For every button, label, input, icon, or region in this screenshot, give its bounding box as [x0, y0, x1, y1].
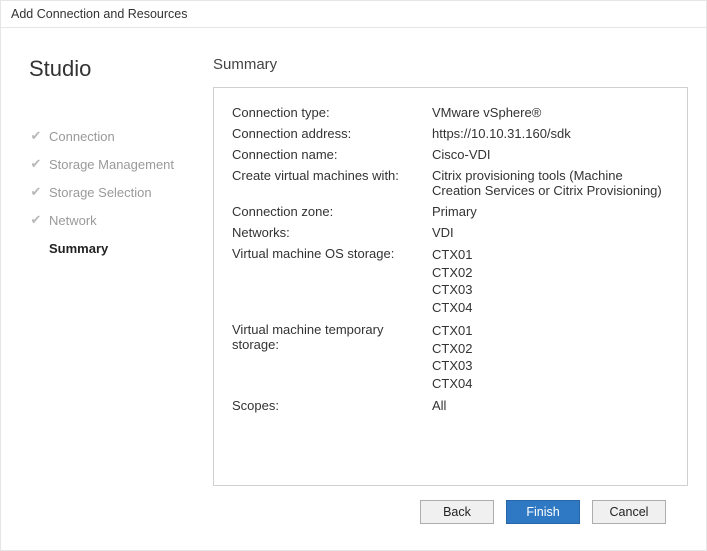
check-icon: ✔ [29, 128, 43, 144]
step-storage-selection[interactable]: ✔ Storage Selection [29, 178, 199, 206]
check-icon: ✔ [29, 184, 43, 200]
field-label: Connection address: [232, 126, 432, 141]
sidebar: Studio ✔ Connection ✔ Storage Management… [19, 46, 199, 542]
field-value: https://10.10.31.160/sdk [432, 126, 669, 141]
step-label: Storage Management [49, 157, 174, 172]
wizard-window: Add Connection and Resources Studio ✔ Co… [0, 0, 707, 551]
finish-button[interactable]: Finish [506, 500, 580, 524]
row-temp-storage: Virtual machine temporary storage: CTX01… [232, 319, 669, 395]
field-label: Connection type: [232, 105, 432, 120]
row-connection-zone: Connection zone: Primary [232, 201, 669, 222]
window-title: Add Connection and Resources [1, 1, 706, 28]
step-label: Storage Selection [49, 185, 152, 200]
field-label: Scopes: [232, 398, 432, 413]
page-title: Summary [213, 56, 688, 73]
check-icon: ✔ [29, 156, 43, 172]
row-connection-address: Connection address: https://10.10.31.160… [232, 123, 669, 144]
cancel-button[interactable]: Cancel [592, 500, 666, 524]
check-icon: ✔ [29, 212, 43, 228]
step-summary[interactable]: ✔ Summary [29, 234, 199, 262]
field-value-list: CTX01 CTX02 CTX03 CTX04 [432, 322, 669, 392]
storage-item: CTX02 [432, 264, 669, 282]
window-body: Studio ✔ Connection ✔ Storage Management… [1, 28, 706, 550]
row-scopes: Scopes: All [232, 395, 669, 416]
step-connection[interactable]: ✔ Connection [29, 122, 199, 150]
row-os-storage: Virtual machine OS storage: CTX01 CTX02 … [232, 243, 669, 319]
row-connection-type: Connection type: VMware vSphere® [232, 102, 669, 123]
storage-item: CTX04 [432, 299, 669, 317]
step-label: Summary [49, 241, 108, 256]
field-label: Connection name: [232, 147, 432, 162]
field-value: Primary [432, 204, 669, 219]
back-button[interactable]: Back [420, 500, 494, 524]
row-create-vm-with: Create virtual machines with: Citrix pro… [232, 165, 669, 201]
step-storage-management[interactable]: ✔ Storage Management [29, 150, 199, 178]
field-label: Virtual machine temporary storage: [232, 322, 432, 352]
field-label: Connection zone: [232, 204, 432, 219]
step-network[interactable]: ✔ Network [29, 206, 199, 234]
storage-item: CTX01 [432, 246, 669, 264]
row-networks: Networks: VDI [232, 222, 669, 243]
field-value: All [432, 398, 669, 413]
field-label: Virtual machine OS storage: [232, 246, 432, 261]
field-value: VMware vSphere® [432, 105, 669, 120]
storage-item: CTX02 [432, 340, 669, 358]
wizard-steps: ✔ Connection ✔ Storage Management ✔ Stor… [29, 122, 199, 262]
storage-item: CTX01 [432, 322, 669, 340]
step-label: Network [49, 213, 97, 228]
wizard-footer: Back Finish Cancel [213, 486, 688, 542]
brand-title: Studio [29, 56, 199, 82]
field-value-list: CTX01 CTX02 CTX03 CTX04 [432, 246, 669, 316]
storage-item: CTX03 [432, 357, 669, 375]
field-label: Networks: [232, 225, 432, 240]
field-value: Citrix provisioning tools (Machine Creat… [432, 168, 669, 198]
storage-item: CTX03 [432, 281, 669, 299]
field-value: VDI [432, 225, 669, 240]
summary-panel: Connection type: VMware vSphere® Connect… [213, 87, 688, 486]
step-label: Connection [49, 129, 115, 144]
field-value: Cisco-VDI [432, 147, 669, 162]
row-connection-name: Connection name: Cisco-VDI [232, 144, 669, 165]
main-content: Summary Connection type: VMware vSphere®… [199, 46, 688, 542]
storage-item: CTX04 [432, 375, 669, 393]
field-label: Create virtual machines with: [232, 168, 432, 183]
